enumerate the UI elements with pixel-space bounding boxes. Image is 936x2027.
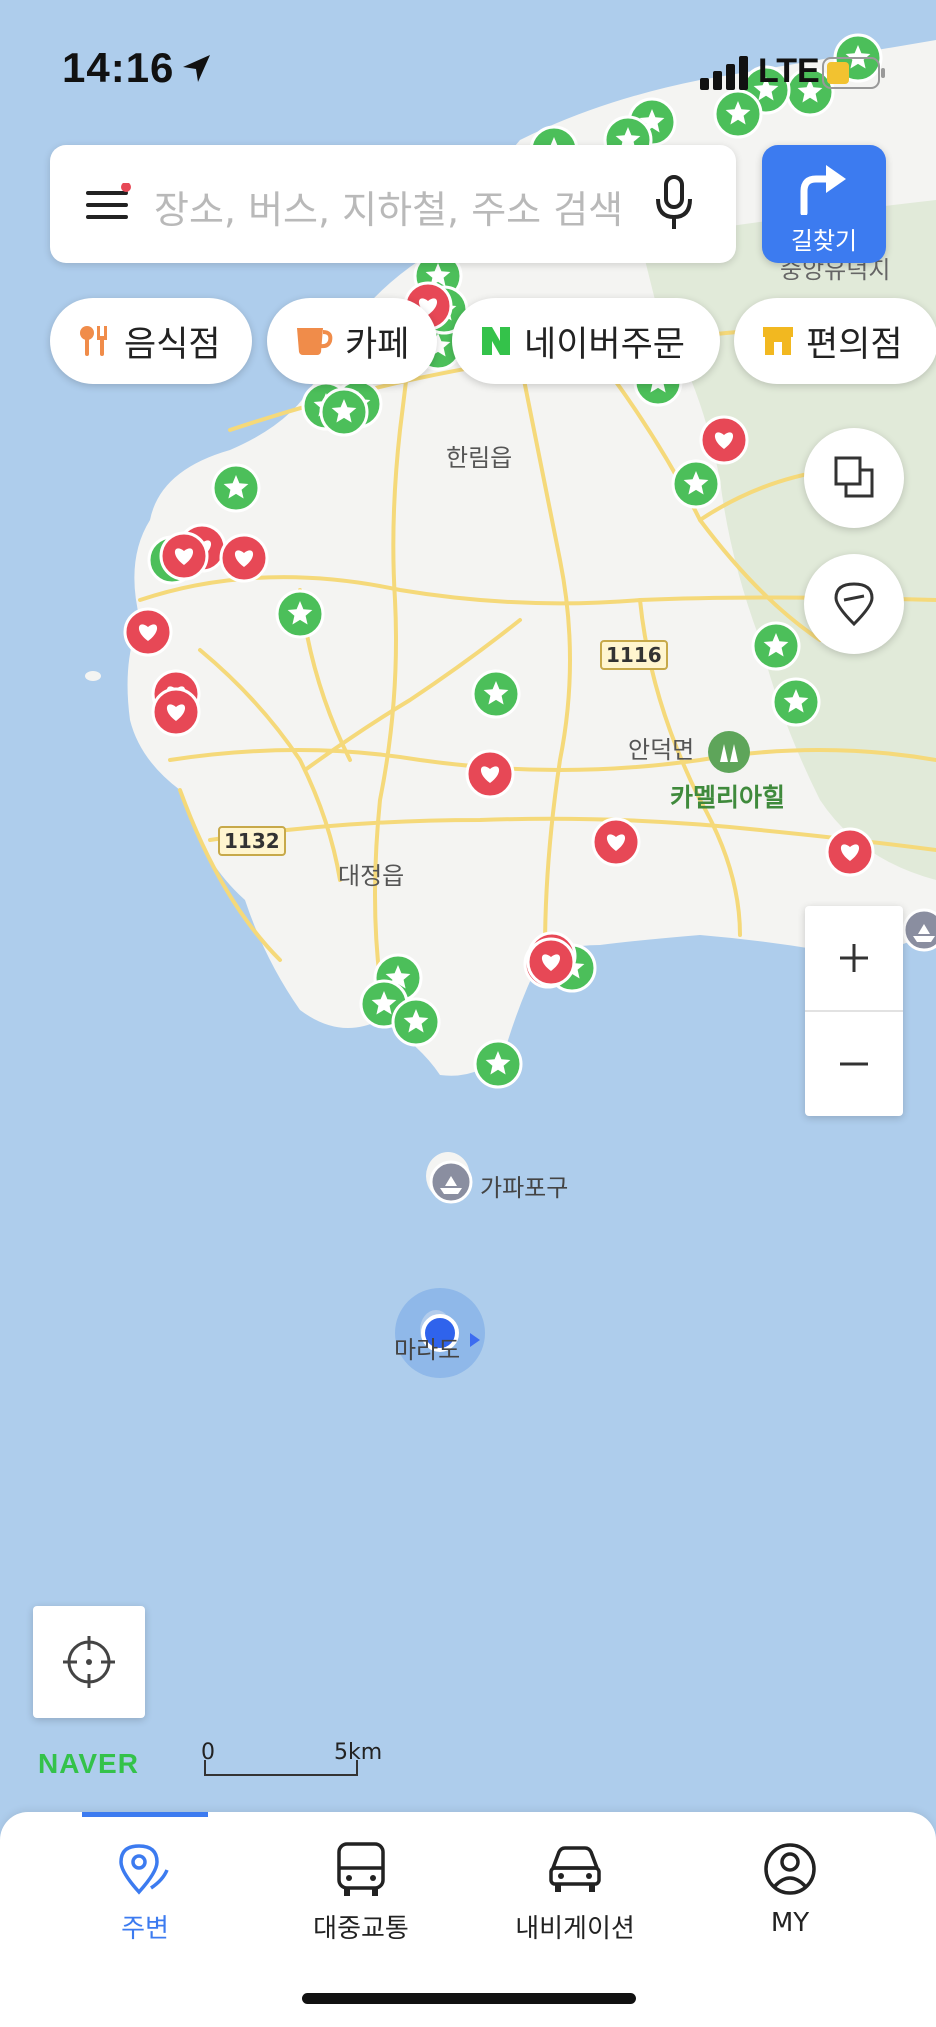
- tab-label: 대중교통: [313, 1914, 409, 1944]
- layers-button[interactable]: [804, 428, 904, 528]
- map-pin-icon: [834, 582, 874, 627]
- tab-nearby[interactable]: 주변: [45, 1840, 245, 1945]
- tab-label: 내비게이션: [515, 1914, 635, 1944]
- location-arrow-icon: [183, 55, 210, 82]
- ferry-port-icon[interactable]: [902, 908, 936, 952]
- map-label-gapa-port[interactable]: 가파포구: [480, 1168, 568, 1203]
- search-bar[interactable]: 장소, 버스, 지하철, 주소 검색: [50, 145, 736, 263]
- status-time: 14:16: [62, 44, 175, 91]
- search-input[interactable]: 장소, 버스, 지하철, 주소 검색: [154, 179, 623, 234]
- cup-icon: [297, 328, 333, 355]
- active-tab-indicator: [82, 1812, 208, 1817]
- tab-navigation[interactable]: 내비게이션: [475, 1840, 675, 1945]
- menu-icon[interactable]: [84, 183, 134, 227]
- tab-label: MY: [770, 1908, 810, 1938]
- mic-icon[interactable]: [654, 173, 694, 233]
- current-location-button[interactable]: [33, 1606, 145, 1718]
- zoom-in-button[interactable]: [805, 906, 903, 1010]
- chip-label: 카페: [345, 324, 410, 365]
- minus-icon: [840, 1062, 868, 1066]
- naver-logo: NAVER: [38, 1748, 139, 1779]
- tree-icon[interactable]: [708, 731, 750, 773]
- zoom-out-button[interactable]: [805, 1012, 903, 1116]
- profile-icon: [764, 1843, 816, 1895]
- road-number-badge: 1116: [600, 640, 668, 670]
- road-number-badge: 1132: [218, 826, 286, 856]
- car-icon: [549, 1846, 601, 1892]
- map-label-daejeong: 대정읍: [338, 862, 405, 890]
- map-label-marado: 마라도: [394, 1336, 461, 1364]
- islet: [85, 671, 101, 681]
- tab-label: 주변: [121, 1914, 169, 1944]
- network-type: LTE: [758, 52, 820, 90]
- bus-icon: [337, 1842, 385, 1896]
- category-chips: 음식점 카페 네이버주문 편의점: [50, 298, 936, 386]
- map-label-hallim: 한림읍: [446, 444, 513, 472]
- crosshair-icon: [63, 1636, 115, 1688]
- status-bar: 14:16 LTE: [0, 0, 936, 140]
- nearby-pin-icon: [119, 1844, 169, 1895]
- chip-convenience-store[interactable]: 편의점: [734, 298, 936, 384]
- store-icon: [763, 327, 793, 355]
- chip-label: 편의점: [806, 324, 903, 365]
- scale-bar: [204, 1760, 358, 1776]
- route-button-label: 길찾기: [790, 227, 858, 255]
- route-button[interactable]: 길찾기: [762, 145, 886, 263]
- plus-icon: [840, 944, 868, 972]
- signal-icon: [700, 56, 748, 90]
- chip-naver-order[interactable]: 네이버주문: [452, 298, 720, 384]
- layers-icon: [834, 456, 874, 498]
- map-label-camellia-hill[interactable]: 카멜리아힐: [670, 778, 785, 814]
- home-indicator: [302, 1993, 636, 2004]
- chip-restaurant[interactable]: 음식점: [50, 298, 252, 384]
- chip-cafe[interactable]: 카페: [267, 298, 437, 384]
- naver-n-icon: [482, 327, 510, 355]
- ferry-port-icon[interactable]: [429, 1160, 473, 1204]
- map-label-andeok: 안덕면: [628, 736, 695, 764]
- chip-label: 네이버주문: [524, 324, 686, 365]
- chip-label: 음식점: [124, 324, 221, 365]
- saved-places-button[interactable]: [804, 554, 904, 654]
- turn-right-arrow-icon: [800, 165, 846, 215]
- tab-my[interactable]: MY: [690, 1840, 890, 1938]
- fork-knife-icon: [80, 326, 107, 356]
- tab-transit[interactable]: 대중교통: [261, 1840, 461, 1945]
- battery-icon: [822, 57, 885, 89]
- zoom-control: [805, 906, 903, 1116]
